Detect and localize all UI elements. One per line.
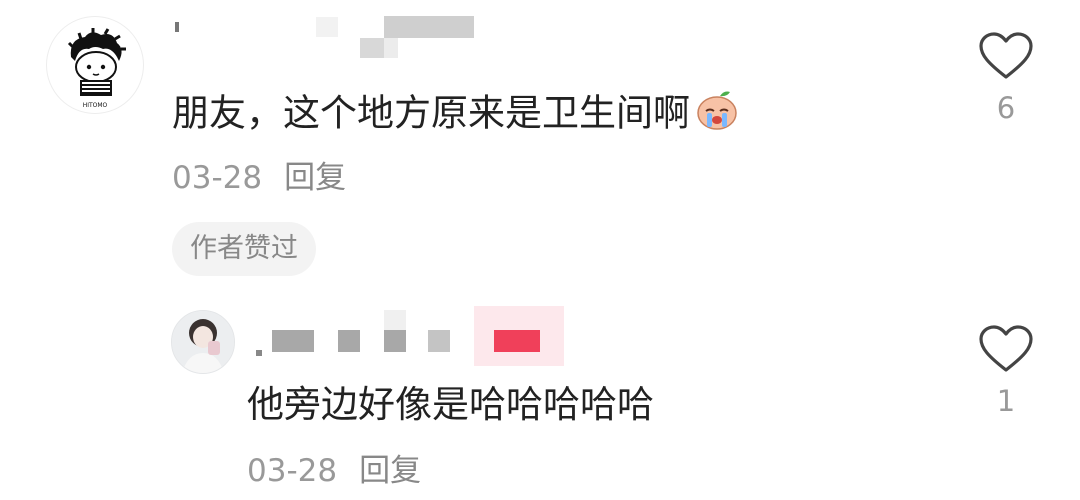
comment-meta: 03-28 回复 [247,453,421,489]
author-liked-badge: 作者赞过 [172,222,316,276]
reply-button[interactable]: 回复 [284,160,346,196]
reply-button[interactable]: 回复 [359,453,421,489]
avatar-caption: HITOMO [83,102,108,109]
heart-outline-icon [979,325,1033,372]
avatar[interactable] [171,310,235,374]
like-count: 6 [996,91,1016,125]
username-tag [494,330,540,352]
comment-text: 他旁边好像是哈哈哈哈哈 [247,383,654,426]
cartoon-boy-avatar-icon: HITOMO [67,28,126,109]
like-count: 1 [996,384,1016,418]
comment-date: 03-28 [172,160,263,196]
heart-outline-icon [979,32,1033,79]
girl-photo-avatar-icon [172,311,234,373]
like-button[interactable]: 6 [976,31,1036,125]
crying-peach-emoji-icon [694,89,740,141]
comment-date: 03-28 [247,453,338,489]
like-button[interactable]: 1 [976,324,1036,418]
comment-text: 朋友，这个地方原来是卫生间啊 [172,89,740,141]
comment-meta: 03-28 回复 [172,160,346,196]
avatar[interactable]: HITOMO [46,16,144,114]
